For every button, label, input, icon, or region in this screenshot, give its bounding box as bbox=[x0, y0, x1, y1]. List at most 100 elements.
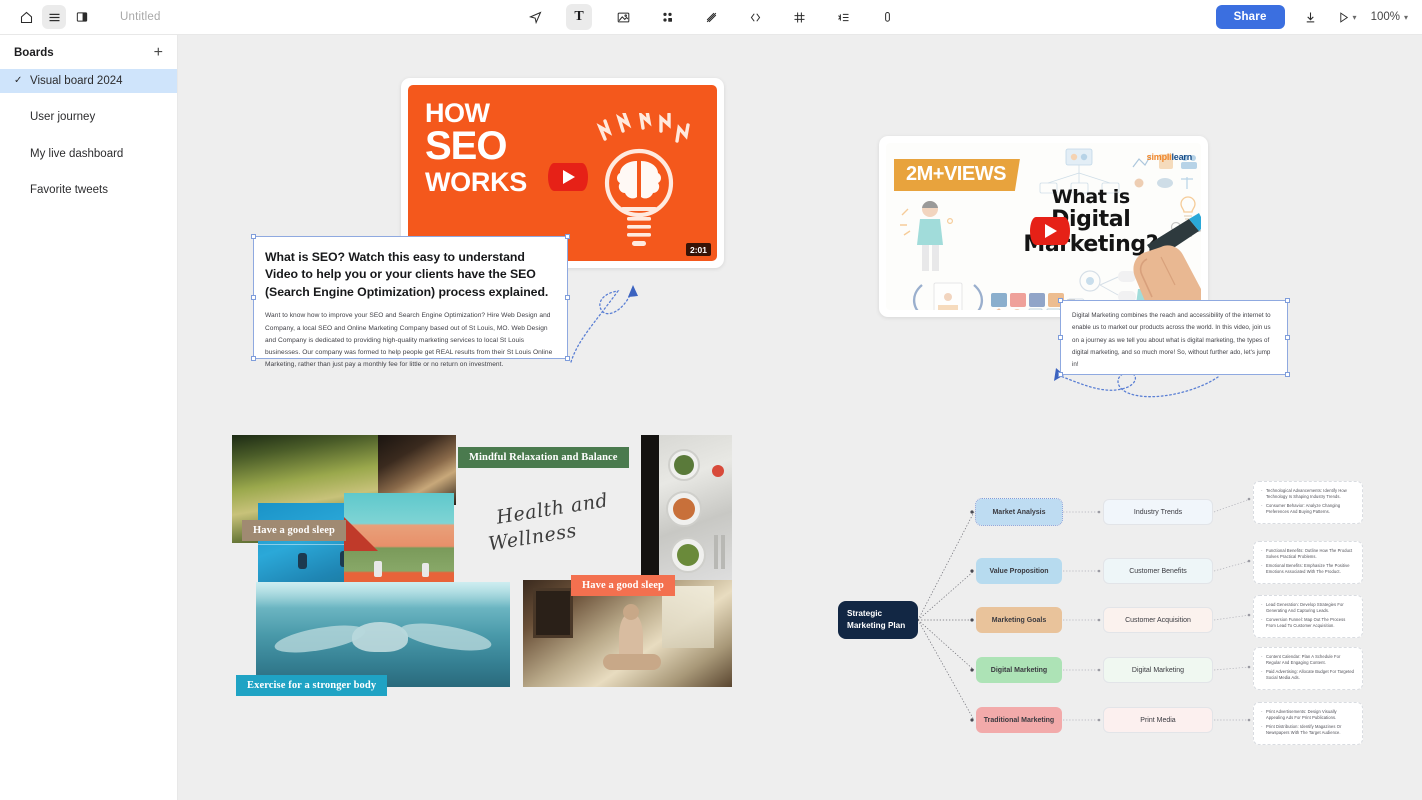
resize-handle-bottom-right[interactable] bbox=[1285, 372, 1290, 377]
resize-handle-top-left[interactable] bbox=[251, 234, 256, 239]
person-doodle-icon bbox=[900, 200, 953, 271]
health-wellness-collage[interactable]: Mindful Relaxation and Balance Have a go… bbox=[232, 435, 732, 708]
select-cursor-tool[interactable] bbox=[522, 4, 548, 30]
sidebar-item-visual-board-2024[interactable]: ✓ Visual board 2024 bbox=[0, 69, 177, 93]
chevron-down-icon: ▾ bbox=[1403, 12, 1408, 22]
top-toolbar: Untitled T Share ▾ 100% ▾ bbox=[0, 0, 1422, 35]
present-button[interactable]: ▾ bbox=[1337, 11, 1357, 24]
detail-bullet: Print Advertisements: Design Visually Ap… bbox=[1261, 709, 1355, 722]
seo-text-line1: HOW bbox=[425, 98, 490, 128]
zoom-level-label: 100% bbox=[1370, 11, 1400, 23]
share-button[interactable]: Share bbox=[1215, 5, 1285, 29]
hamburger-menu-icon[interactable] bbox=[42, 5, 66, 29]
mindmap-node-print-media[interactable]: Print Media bbox=[1103, 707, 1213, 733]
collage-label-good-sleep-orange[interactable]: Have a good sleep bbox=[571, 575, 675, 596]
text-tool[interactable]: T bbox=[566, 4, 592, 30]
digital-marketing-video-card[interactable]: 2M+VIEWS simplilearn What is Digital Mar… bbox=[879, 136, 1208, 317]
mindmap-tool[interactable] bbox=[830, 4, 856, 30]
panel-toggle-icon[interactable] bbox=[70, 5, 94, 29]
collage-image-yoga-meditation[interactable] bbox=[523, 580, 732, 687]
draw-pen-tool[interactable] bbox=[698, 4, 724, 30]
resize-handle-top-right[interactable] bbox=[1285, 298, 1290, 303]
mindmap-detail-card-print-media[interactable]: Print Advertisements: Design Visually Ap… bbox=[1253, 702, 1363, 746]
chevron-down-icon: ▾ bbox=[1352, 12, 1357, 22]
sidebar-item-user-journey[interactable]: User journey bbox=[0, 106, 177, 130]
sidebar-item-label: My live dashboard bbox=[30, 147, 124, 160]
seo-text-line2: SEO bbox=[425, 124, 507, 169]
digital-marketing-description-card[interactable]: Digital Marketing combines the reach and… bbox=[1058, 298, 1290, 377]
resize-handle-top-right[interactable] bbox=[565, 234, 570, 239]
seo-description-body[interactable]: Want to know how to improve your SEO and… bbox=[265, 310, 556, 371]
detail-bullet: Print Distribution: Identify Magazines O… bbox=[1261, 724, 1355, 737]
collage-label-mindful-relaxation[interactable]: Mindful Relaxation and Balance bbox=[458, 447, 629, 468]
resize-handle-middle-right[interactable] bbox=[1285, 334, 1290, 340]
image-tool[interactable] bbox=[610, 4, 636, 30]
mindmap-node-customer-acquisition[interactable]: Customer Acquisition bbox=[1103, 607, 1213, 633]
mindmap-node-industry-trends[interactable]: Industry Trends bbox=[1103, 499, 1213, 525]
tool-palette: T bbox=[522, 4, 900, 30]
brand-part-1: simpli bbox=[1146, 152, 1172, 162]
award-wreath-doodle-icon bbox=[913, 282, 983, 310]
attachment-tool[interactable] bbox=[874, 4, 900, 30]
detail-bullet: Functional Benefits: Outline How The Pro… bbox=[1261, 548, 1355, 561]
lightbulb-brain-icon bbox=[596, 113, 690, 246]
brand-part-2: learn bbox=[1171, 152, 1192, 162]
sidebar-item-my-live-dashboard[interactable]: My live dashboard bbox=[0, 142, 177, 166]
document-title[interactable]: Untitled bbox=[120, 11, 161, 23]
collage-image-swimmer[interactable] bbox=[256, 582, 510, 687]
mindmap-root-node[interactable]: Strategic Marketing Plan bbox=[838, 601, 918, 639]
detail-bullet: Paid Advertising: Allocate Budget For Ta… bbox=[1261, 669, 1355, 682]
collage-label-exercise-stronger-body[interactable]: Exercise for a stronger body bbox=[236, 675, 388, 696]
resize-handle-middle-right[interactable] bbox=[565, 294, 570, 300]
resize-handle-bottom-left[interactable] bbox=[1058, 372, 1063, 377]
board-canvas[interactable]: HOW SEO WORKS 2:01 What is SEO? Watch th… bbox=[178, 35, 1422, 800]
frame-tool[interactable] bbox=[786, 4, 812, 30]
mindmap-node-customer-benefits[interactable]: Customer Benefits bbox=[1103, 558, 1213, 584]
detail-bullet: Emotional Benefits: Emphasize The Positi… bbox=[1261, 563, 1355, 576]
resize-handle-bottom-right[interactable] bbox=[565, 356, 570, 361]
check-icon: ✓ bbox=[14, 75, 23, 87]
collage-image-food-flatlay[interactable] bbox=[656, 435, 732, 580]
resize-handle-middle-left[interactable] bbox=[251, 294, 256, 300]
resize-handle-top-left[interactable] bbox=[1058, 298, 1063, 303]
embed-code-tool[interactable] bbox=[742, 4, 768, 30]
mindmap-detail-card-customer-acquisition[interactable]: Lead Generation: Develop Strategies For … bbox=[1253, 595, 1363, 639]
hand-with-marker-icon bbox=[1133, 213, 1201, 310]
mindmap-detail-card-customer-benefits[interactable]: Functional Benefits: Outline How The Pro… bbox=[1253, 541, 1363, 585]
resize-handle-bottom-left[interactable] bbox=[251, 356, 256, 361]
youtube-play-button[interactable] bbox=[548, 163, 588, 191]
mindmap-node-marketing-goals[interactable]: Marketing Goals bbox=[976, 607, 1062, 633]
youtube-play-button[interactable] bbox=[1030, 217, 1070, 245]
zoom-control[interactable]: 100% ▾ bbox=[1371, 11, 1408, 23]
mindmap-detail-card-industry-trends[interactable]: Technological Advancements: Identify How… bbox=[1253, 481, 1363, 525]
collage-image-tennis-retro[interactable] bbox=[344, 493, 454, 588]
mindmap-node-digital-marketing-l1[interactable]: Digital Marketing bbox=[976, 657, 1062, 683]
collage-image-dark-strip[interactable] bbox=[641, 435, 659, 587]
mindmap-node-value-proposition[interactable]: Value Proposition bbox=[976, 558, 1062, 584]
seo-thumbnail-text: HOW SEO WORKS bbox=[425, 98, 527, 195]
sidebar-item-label: Visual board 2024 bbox=[30, 74, 123, 87]
resize-handle-middle-left[interactable] bbox=[1058, 334, 1063, 340]
simplilearn-logo: simplilearn bbox=[1146, 152, 1193, 162]
collage-script-text[interactable]: Health and Wellness bbox=[487, 489, 610, 555]
mindmap-node-market-analysis[interactable]: Market Analysis bbox=[975, 498, 1063, 526]
sidebar-item-favorite-tweets[interactable]: Favorite tweets bbox=[0, 179, 177, 203]
add-board-button[interactable]: + bbox=[154, 45, 163, 61]
mindmap-detail-card-digital-marketing[interactable]: Content Calendar: Plan A Schedule For Re… bbox=[1253, 647, 1363, 691]
sidebar: Boards + ✓ Visual board 2024 User journe… bbox=[0, 35, 178, 800]
detail-bullet: Lead Generation: Develop Strategies For … bbox=[1261, 602, 1355, 615]
seo-description-card[interactable]: What is SEO? Watch this easy to understa… bbox=[251, 234, 570, 368]
video-duration-badge: 2:01 bbox=[685, 243, 711, 256]
mindmap-node-digital-marketing-l2[interactable]: Digital Marketing bbox=[1103, 657, 1213, 683]
mindmap-node-traditional-marketing[interactable]: Traditional Marketing bbox=[976, 707, 1062, 733]
strategic-marketing-mindmap[interactable]: Strategic Marketing Plan Market Analysis… bbox=[838, 415, 1378, 785]
collage-label-good-sleep-tan[interactable]: Have a good sleep bbox=[242, 520, 346, 541]
download-icon[interactable] bbox=[1299, 5, 1323, 29]
digital-marketing-description-body[interactable]: Digital Marketing combines the reach and… bbox=[1072, 310, 1276, 371]
components-tool[interactable] bbox=[654, 4, 680, 30]
seo-description-heading[interactable]: What is SEO? Watch this easy to understa… bbox=[265, 249, 556, 301]
home-icon[interactable] bbox=[14, 5, 38, 29]
detail-bullet: Technological Advancements: Identify How… bbox=[1261, 488, 1355, 501]
detail-bullet: Conversion Funnel: Map Out The Process F… bbox=[1261, 617, 1355, 630]
sidebar-item-label: User journey bbox=[30, 111, 96, 124]
